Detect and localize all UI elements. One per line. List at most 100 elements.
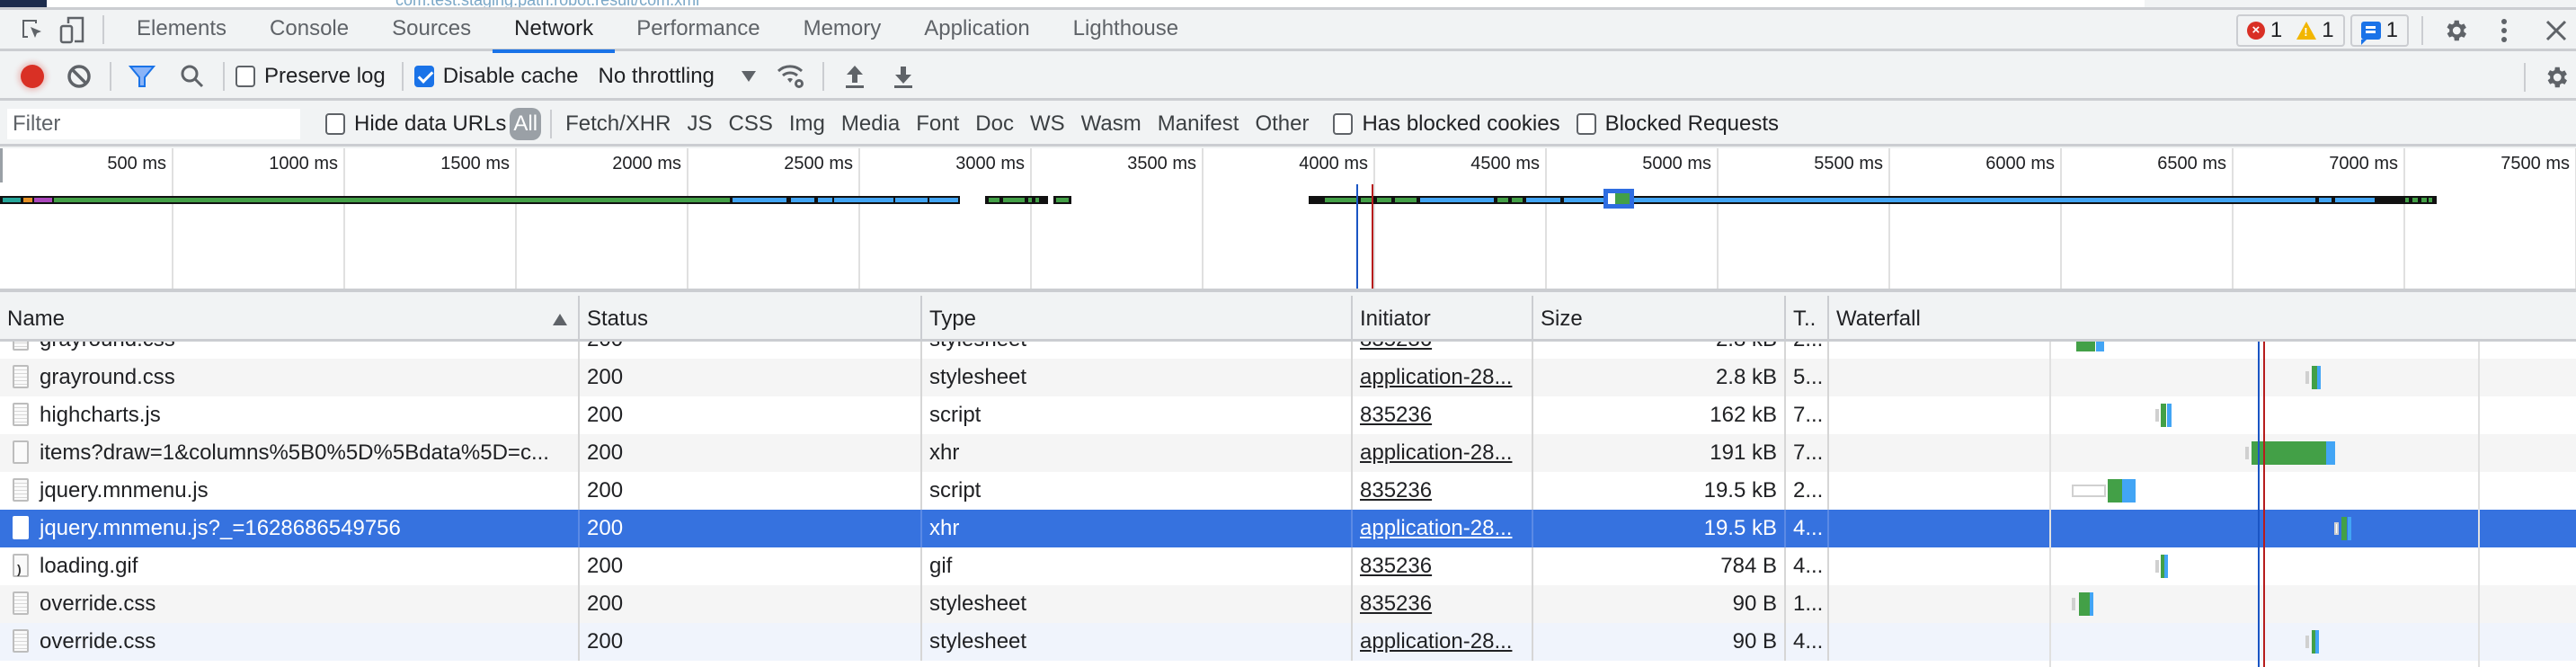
initiator-link[interactable]: 835236	[1360, 403, 1432, 427]
search-button[interactable]	[173, 57, 212, 96]
initiator-link[interactable]: application-28...	[1360, 629, 1512, 654]
tab-sources[interactable]: Sources	[370, 9, 493, 50]
column-header-type[interactable]: Type	[922, 296, 1353, 342]
overview-gridline	[1888, 148, 1890, 289]
overview-request-segment	[818, 198, 832, 202]
tab-elements[interactable]: Elements	[115, 9, 248, 50]
column-header-name[interactable]: Name	[0, 296, 580, 342]
initiator-link[interactable]: 835236	[1360, 478, 1432, 502]
initiator-link[interactable]: 835236	[1360, 554, 1432, 578]
cell-status: 200	[580, 472, 922, 510]
initiator-link[interactable]: application-28...	[1360, 365, 1512, 389]
import-har-button[interactable]	[835, 57, 875, 96]
type-filter-wasm[interactable]: Wasm	[1073, 111, 1150, 137]
filter-input[interactable]	[7, 108, 300, 139]
table-row[interactable]: grayround.css 200 stylesheet application-28…	[0, 359, 2576, 396]
cell-initiator: 835236	[1353, 472, 1533, 510]
type-filter-doc[interactable]: Doc	[967, 111, 1022, 137]
initiator-link[interactable]: application-28...	[1360, 440, 1512, 465]
type-filter-other[interactable]: Other	[1247, 111, 1317, 137]
network-conditions-button[interactable]	[772, 57, 812, 96]
cell-size: 191 kB	[1533, 434, 1786, 472]
blocked-requests-box[interactable]	[1576, 112, 1596, 135]
waterfall-cell	[1829, 472, 2576, 510]
inspect-element-icon[interactable]	[13, 10, 52, 49]
issues-counter-badge[interactable]: × 1 ! 1	[2235, 14, 2345, 47]
tab-lighthouse[interactable]: Lighthouse	[1052, 9, 1200, 50]
type-filter-fetch-xhr[interactable]: Fetch/XHR	[557, 111, 679, 137]
table-row[interactable]: items?draw=1&columns%5B0%5D%5Bdata%5D=c.…	[0, 434, 2576, 472]
has-blocked-cookies-checkbox[interactable]: Has blocked cookies	[1333, 111, 1560, 137]
preserve-log-checkbox[interactable]: Preserve log	[235, 64, 386, 89]
disable-cache-box[interactable]	[413, 65, 434, 87]
type-filter-css[interactable]: CSS	[720, 111, 780, 137]
clear-button[interactable]	[59, 57, 99, 96]
type-filter-font[interactable]: Font	[908, 111, 967, 137]
download-icon	[893, 66, 912, 88]
preserve-log-box[interactable]	[235, 65, 255, 87]
tab-console[interactable]: Console	[248, 9, 370, 50]
settings-gear-icon[interactable]	[2436, 11, 2475, 50]
type-filter-js[interactable]: JS	[679, 111, 720, 137]
gear-icon	[2547, 67, 2567, 88]
type-filter-img[interactable]: Img	[781, 111, 833, 137]
throttling-select[interactable]: No throttling	[598, 64, 756, 89]
overview-request-track	[985, 196, 1048, 204]
filter-toggle-button[interactable]	[122, 57, 162, 96]
has-blocked-cookies-box[interactable]	[1333, 112, 1354, 135]
device-toolbar-icon[interactable]	[52, 10, 92, 49]
overview-tick-label: 7500 ms	[2500, 154, 2570, 173]
request-name: override.css	[40, 591, 156, 616]
close-devtools-icon[interactable]	[2536, 11, 2576, 50]
table-row[interactable]: jquery.mnmenu.js 200 script 835236 19.5 kB 2.…	[0, 472, 2576, 510]
column-header-size[interactable]: Size	[1533, 296, 1786, 342]
hide-data-urls-box[interactable]	[325, 112, 345, 135]
waterfall-cell	[1829, 434, 2576, 472]
column-header-initiator[interactable]: Initiator	[1353, 296, 1533, 342]
overview-request-segment	[1526, 198, 1560, 202]
initiator-link[interactable]: application-28...	[1360, 516, 1512, 540]
table-row[interactable]: jquery.mnmenu.js?_=1628686549756 200 xhr ap…	[0, 510, 2576, 547]
overview-tick-label: 4500 ms	[1470, 154, 1540, 173]
record-button[interactable]	[13, 57, 52, 96]
network-settings-button[interactable]	[2536, 58, 2576, 97]
cell-type: gif	[922, 547, 1353, 585]
messages-badge[interactable]: 1	[2349, 14, 2409, 47]
export-har-button[interactable]	[884, 57, 923, 96]
column-header-status[interactable]: Status	[580, 296, 922, 342]
overview-gridline	[858, 148, 860, 289]
type-filter-ws[interactable]: WS	[1022, 111, 1073, 137]
overview-tick-label: 500 ms	[107, 154, 166, 173]
column-header-time[interactable]: T..	[1786, 296, 1829, 342]
tabbar-separator	[102, 14, 104, 44]
document-file-icon	[13, 477, 29, 502]
more-options-icon[interactable]	[2484, 11, 2524, 50]
overview-request-segment	[2319, 198, 2332, 202]
type-filter-all[interactable]: All	[510, 107, 542, 140]
table-row[interactable]: override.css 200 stylesheet 835236 90 B 1...	[0, 585, 2576, 623]
table-row[interactable]: highcharts.js 200 script 835236 162 kB 7...	[0, 396, 2576, 434]
document-file-icon	[13, 591, 29, 615]
table-row[interactable]: loading.gif 200gif 835236 784 B4...	[0, 547, 2576, 585]
initiator-link[interactable]: 835236	[1360, 591, 1432, 616]
overview-request-segment	[989, 198, 999, 202]
tab-performance[interactable]: Performance	[615, 9, 781, 50]
tab-network[interactable]: Network	[493, 9, 616, 53]
type-filter-manifest[interactable]: Manifest	[1150, 111, 1248, 137]
disable-cache-checkbox[interactable]: Disable cache	[413, 64, 578, 89]
chevron-down-icon	[741, 70, 756, 82]
cell-time: 4...	[1786, 623, 1829, 661]
blocked-requests-checkbox[interactable]: Blocked Requests	[1576, 111, 1779, 137]
column-header-waterfall[interactable]: Waterfall	[1829, 296, 2576, 342]
request-name: loading.gif	[40, 554, 138, 578]
overview-request-segment	[2429, 198, 2432, 202]
tab-memory[interactable]: Memory	[782, 9, 903, 50]
type-filter-media[interactable]: Media	[833, 111, 908, 137]
overview-request-segment	[929, 198, 958, 202]
overview-left-handle[interactable]	[0, 148, 3, 182]
cell-name: override.css	[0, 585, 580, 623]
tab-application[interactable]: Application	[902, 9, 1051, 50]
table-row[interactable]: override.css 200 stylesheet application-28.…	[0, 623, 2576, 661]
hide-data-urls-checkbox[interactable]: Hide data URLs	[325, 111, 506, 137]
network-overview-timeline[interactable]: 500 ms 1000 ms 1500 ms 2000 ms 2500 ms 3000 m…	[0, 148, 2576, 292]
